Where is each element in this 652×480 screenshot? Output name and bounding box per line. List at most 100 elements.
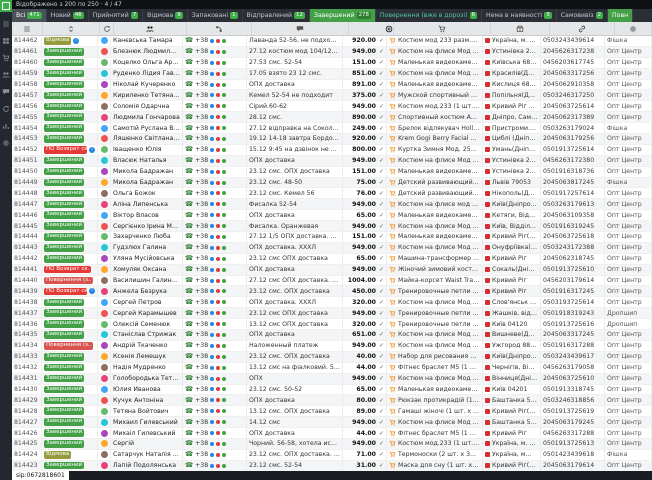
channel-dot-icon[interactable]: [222, 170, 226, 174]
phone-icon[interactable]: ☎: [185, 37, 193, 44]
phone-icon[interactable]: ☎: [185, 201, 193, 208]
phone-icon[interactable]: ☎: [185, 190, 193, 197]
tracking-number[interactable]: 2045063725614: [543, 103, 594, 110]
tab-accepted[interactable]: Прийнятий7: [89, 9, 143, 22]
channel-dot-icon[interactable]: [222, 453, 226, 457]
tracking-number[interactable]: 0456263317288: [543, 430, 594, 437]
channel-dot-icon[interactable]: [210, 289, 214, 293]
channel-dot-icon[interactable]: [210, 387, 214, 391]
tab-return-transit[interactable]: Повернення (вже в дорозі)6: [376, 9, 482, 22]
column-header-trk[interactable]: [550, 22, 615, 35]
tracking-number[interactable]: 0501913725610: [543, 266, 594, 273]
channel-dot-icon[interactable]: [216, 366, 220, 370]
channel-dot-icon[interactable]: [222, 137, 226, 141]
channel-dot-icon[interactable]: [222, 224, 226, 228]
phone-icon[interactable]: ☎: [185, 81, 193, 88]
phone-icon[interactable]: ☎: [185, 103, 193, 110]
table-row[interactable]: 814452ПО Возврат ск.iІващенко Юлія☎+3815…: [12, 145, 652, 156]
table-row[interactable]: 814428ЗавершенийТетяна Войтович☎+3813.12…: [12, 406, 652, 417]
channel-dot-icon[interactable]: [222, 300, 226, 304]
phone-icon[interactable]: ☎: [185, 299, 193, 306]
tracking-number[interactable]: 0503243172388: [543, 244, 594, 251]
channel-dot-icon[interactable]: [210, 224, 214, 228]
phone-icon[interactable]: ☎: [185, 59, 193, 66]
channel-dot-icon[interactable]: [210, 333, 214, 337]
column-header-src[interactable]: [615, 22, 652, 35]
channel-dot-icon[interactable]: [216, 39, 220, 43]
channel-dot-icon[interactable]: [222, 344, 226, 348]
channel-dot-icon[interactable]: [210, 355, 214, 359]
tracking-number[interactable]: 0456203179614: [543, 277, 594, 284]
tracking-number[interactable]: 0503246317250: [543, 92, 594, 99]
table-row[interactable]: 814451ЗавершенийВласюк Наталья☎+38ОПХ до…: [12, 156, 652, 167]
tab-packed[interactable]: Запаковані1: [188, 9, 243, 22]
column-header-ph[interactable]: [187, 22, 252, 35]
channel-dot-icon[interactable]: [216, 431, 220, 435]
channel-dot-icon[interactable]: [222, 61, 226, 65]
tracking-number[interactable]: 0503263179024: [543, 125, 594, 132]
table-row[interactable]: 814434Повернення (з..Андрій Ткаченко☎+38…: [12, 341, 652, 352]
channel-dot-icon[interactable]: [222, 464, 226, 468]
channel-dot-icon[interactable]: [222, 191, 226, 195]
table-row[interactable]: 814461ЗавершенийБлезнюк Людмила А…☎+3827…: [12, 47, 652, 58]
channel-dot-icon[interactable]: [216, 170, 220, 174]
table-row[interactable]: 814442ЗавершенийУляна Мусійовська☎+3823.…: [12, 254, 652, 265]
channel-dot-icon[interactable]: [216, 72, 220, 76]
phone-icon[interactable]: ☎: [185, 179, 193, 186]
tracking-number[interactable]: 2045063725610: [543, 375, 594, 382]
channel-dot-icon[interactable]: [222, 235, 226, 239]
channel-dot-icon[interactable]: [216, 387, 220, 391]
channel-dot-icon[interactable]: [210, 137, 214, 141]
channel-dot-icon[interactable]: [216, 50, 220, 54]
channel-dot-icon[interactable]: [210, 322, 214, 326]
channel-dot-icon[interactable]: [216, 409, 220, 413]
column-header-prod[interactable]: [394, 22, 491, 35]
channel-dot-icon[interactable]: [210, 159, 214, 163]
tracking-number[interactable]: 2045063179256: [543, 135, 594, 142]
channel-dot-icon[interactable]: [216, 191, 220, 195]
phone-icon[interactable]: ☎: [185, 266, 193, 273]
channel-dot-icon[interactable]: [216, 235, 220, 239]
channel-dot-icon[interactable]: [210, 202, 214, 206]
table-row[interactable]: 814430ЗавершенийЮлия Иванова☎+3823.12 см…: [12, 385, 652, 396]
sidebar-settings-icon[interactable]: [1, 138, 11, 148]
table-row[interactable]: 814447ЗавершенийАліна Липенська☎+38Фисал…: [12, 199, 652, 210]
phone-icon[interactable]: ☎: [185, 331, 193, 338]
table-row[interactable]: 814424ВідмоваСатарчук Наталія Б…☎+3823.1…: [12, 450, 652, 461]
tracking-number[interactable]: 0501916319245: [543, 223, 594, 230]
phone-icon[interactable]: ☎: [185, 244, 193, 251]
tracking-number[interactable]: 0501423439618: [543, 451, 594, 458]
channel-dot-icon[interactable]: [222, 83, 226, 87]
channel-dot-icon[interactable]: [216, 453, 220, 457]
table-row[interactable]: 814439ПО Возврат ск.iАнжела Безрука☎+382…: [12, 286, 652, 297]
channel-dot-icon[interactable]: [216, 115, 220, 119]
channel-dot-icon[interactable]: [210, 93, 214, 97]
channel-dot-icon[interactable]: [210, 311, 214, 315]
channel-dot-icon[interactable]: [216, 126, 220, 130]
channel-dot-icon[interactable]: [210, 431, 214, 435]
tracking-number[interactable]: 2045063109358: [543, 212, 594, 219]
table-row[interactable]: 814453ЗавершенийЛяшенко Світлана…☎+3819.…: [12, 134, 652, 145]
table-row[interactable]: 814449ЗавершенийМикола Бадражан☎+3823.12…: [12, 178, 652, 189]
table-row[interactable]: 814454ЗавершенийСамотій Руслана Во…☎+382…: [12, 123, 652, 134]
phone-icon[interactable]: ☎: [185, 70, 193, 77]
channel-dot-icon[interactable]: [216, 83, 220, 87]
channel-dot-icon[interactable]: [210, 366, 214, 370]
tracking-number[interactable]: 2045062318745: [543, 255, 594, 262]
channel-dot-icon[interactable]: [222, 431, 226, 435]
channel-dot-icon[interactable]: [210, 126, 214, 130]
channel-dot-icon[interactable]: [222, 72, 226, 76]
channel-dot-icon[interactable]: [216, 93, 220, 97]
channel-dot-icon[interactable]: [210, 377, 214, 381]
phone-icon[interactable]: ☎: [185, 397, 193, 404]
channel-dot-icon[interactable]: [210, 213, 214, 217]
table-row[interactable]: 814438ЗавершенийСергей Петров☎+38ОПХ дос…: [12, 297, 652, 308]
sip-caller-id[interactable]: sip:0672818601: [12, 471, 69, 480]
table-row[interactable]: 814457ЗавершенийКириленко Тетяна…☎+38Кем…: [12, 90, 652, 101]
phone-icon[interactable]: ☎: [185, 146, 193, 153]
phone-icon[interactable]: ☎: [185, 321, 193, 328]
channel-dot-icon[interactable]: [222, 148, 226, 152]
tab-shipped[interactable]: Відправлений12: [243, 9, 310, 22]
phone-icon[interactable]: ☎: [185, 342, 193, 349]
sidebar-dashboard-icon[interactable]: [1, 36, 11, 46]
